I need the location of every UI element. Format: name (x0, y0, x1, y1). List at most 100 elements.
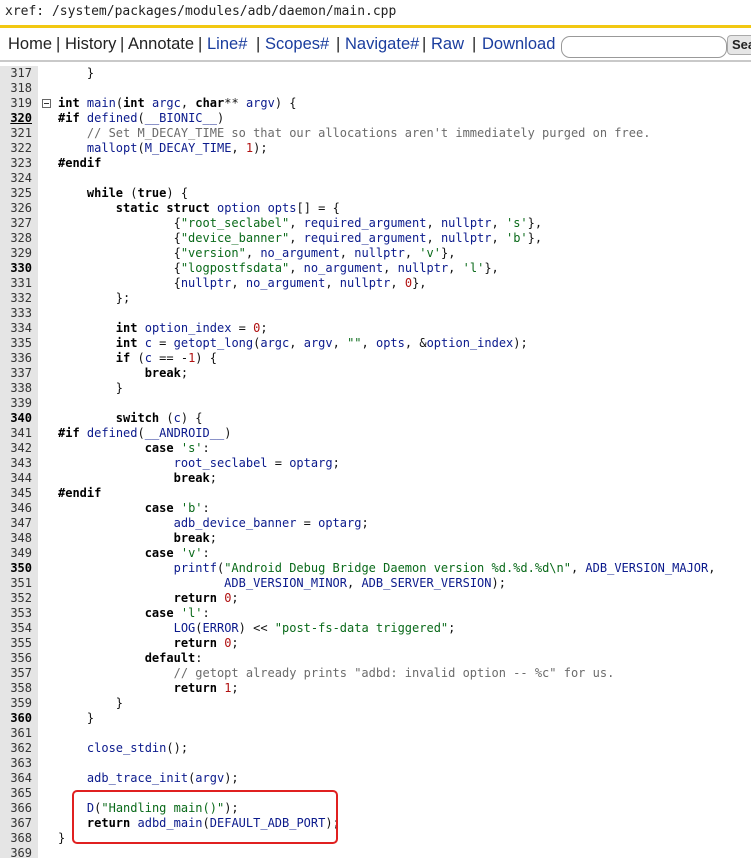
code-text: break; (144, 366, 189, 380)
line-number-link[interactable]: 355 (0, 636, 32, 651)
line-number-link[interactable]: 350 (0, 561, 32, 576)
file-path: xref: /system/packages/modules/adb/daemo… (5, 4, 397, 19)
code-line: 350 printf("Android Debug Bridge Daemon … (0, 561, 751, 576)
raw-link[interactable]: Raw (431, 35, 464, 54)
line-number-link[interactable]: 352 (0, 591, 32, 606)
line-number-link[interactable]: 319 (0, 96, 32, 111)
code-text: if (c == -1) { (115, 351, 217, 365)
line-number-link[interactable]: 362 (0, 741, 32, 756)
code-text: {nullptr, no_argument, nullptr, 0}, (58, 276, 427, 290)
download-link[interactable]: Download (482, 35, 555, 54)
code-line: 342 case 's': (0, 441, 751, 456)
line-number-link[interactable]: 329 (0, 246, 32, 261)
code-line: 326 static struct option opts[] = { (0, 201, 751, 216)
line-number-link[interactable]: 361 (0, 726, 32, 741)
line-number-link[interactable]: 348 (0, 531, 32, 546)
code-text: LOG(ERROR) << "post-fs-data triggered"; (173, 621, 456, 635)
code-line: 339 (0, 396, 751, 411)
code-line: 332 }; (0, 291, 751, 306)
line-number-link[interactable]: 333 (0, 306, 32, 321)
code-line: 353 case 'l': (0, 606, 751, 621)
line-number-link[interactable]: 356 (0, 651, 32, 666)
code-line: 344 break; (0, 471, 751, 486)
line-number-link[interactable]: 341 (0, 426, 32, 441)
line-number-link[interactable]: 340 (0, 411, 32, 426)
search-button[interactable]: Sea (727, 35, 751, 55)
code-line: 334 int option_index = 0; (0, 321, 751, 336)
line-number-link[interactable]: 317 (0, 66, 32, 81)
line-number-link[interactable]: 318 (0, 81, 32, 96)
line-number-link[interactable]: 364 (0, 771, 32, 786)
code-text: return 1; (173, 681, 239, 695)
separator: | (120, 35, 125, 53)
search-input[interactable] (561, 36, 727, 58)
line-number-link[interactable]: 324 (0, 171, 32, 186)
code-line: 317 } (0, 66, 751, 81)
code-line: 338 } (0, 381, 751, 396)
fold-toggle-icon[interactable] (42, 99, 51, 108)
line-number-link[interactable]: 321 (0, 126, 32, 141)
separator: | (198, 35, 203, 53)
line-number-link[interactable]: 342 (0, 441, 32, 456)
separator: | (472, 35, 477, 53)
annotate-link[interactable]: Annotate (128, 35, 194, 54)
line-number-link[interactable]: 357 (0, 666, 32, 681)
line-number-link[interactable]: 366 (0, 801, 32, 816)
line-number-link[interactable]: 349 (0, 546, 32, 561)
line-number-link[interactable]: 346 (0, 501, 32, 516)
line-number-link[interactable]: 337 (0, 366, 32, 381)
code-text: }; (58, 291, 131, 305)
line-number-link[interactable]: 326 (0, 201, 32, 216)
line-number-link[interactable]: 339 (0, 396, 32, 411)
line-number-link[interactable]: 365 (0, 786, 32, 801)
line-number-link[interactable]: 353 (0, 606, 32, 621)
line-number-link[interactable]: 354 (0, 621, 32, 636)
line-number-link[interactable]: 344 (0, 471, 32, 486)
code-text: int main(int argc, char** argv) { (58, 96, 297, 110)
code-line: 324 (0, 171, 751, 186)
history-link[interactable]: History (65, 35, 116, 54)
line-number-link[interactable]: 360 (0, 711, 32, 726)
code-text: return 0; (173, 591, 239, 605)
line-number-link[interactable]: 320 (0, 111, 32, 126)
navigate-toggle[interactable]: Navigate# (345, 35, 419, 54)
line-number-toggle[interactable]: Line# (207, 35, 247, 54)
line-number-link[interactable]: 359 (0, 696, 32, 711)
line-number-link[interactable]: 338 (0, 381, 32, 396)
line-number-link[interactable]: 322 (0, 141, 32, 156)
code-line: 349 case 'v': (0, 546, 751, 561)
scopes-toggle[interactable]: Scopes# (265, 35, 329, 54)
line-number-link[interactable]: 369 (0, 846, 32, 858)
line-number-link[interactable]: 328 (0, 231, 32, 246)
line-number-link[interactable]: 334 (0, 321, 32, 336)
code-text: case 'v': (144, 546, 210, 560)
line-number-link[interactable]: 331 (0, 276, 32, 291)
line-number-link[interactable]: 347 (0, 516, 32, 531)
code-line: 318 (0, 81, 751, 96)
separator: | (422, 35, 427, 53)
separator: | (336, 35, 341, 53)
code-line: 363 (0, 756, 751, 771)
line-number-link[interactable]: 323 (0, 156, 32, 171)
line-number-link[interactable]: 330 (0, 261, 32, 276)
line-number-link[interactable]: 336 (0, 351, 32, 366)
code-text: {"root_seclabel", required_argument, nul… (58, 216, 543, 230)
line-number-link[interactable]: 368 (0, 831, 32, 846)
code-text: #endif (58, 486, 102, 500)
code-text: // Set M_DECAY_TIME so that our allocati… (86, 126, 651, 140)
line-number-link[interactable]: 351 (0, 576, 32, 591)
code-line: 335 int c = getopt_long(argc, argv, "", … (0, 336, 751, 351)
line-number-link[interactable]: 358 (0, 681, 32, 696)
line-number-link[interactable]: 327 (0, 216, 32, 231)
code-text: int c = getopt_long(argc, argv, "", opts… (115, 336, 528, 350)
line-number-link[interactable]: 367 (0, 816, 32, 831)
line-number-link[interactable]: 335 (0, 336, 32, 351)
code-line: 323 #endif (0, 156, 751, 171)
line-number-link[interactable]: 332 (0, 291, 32, 306)
line-number-link[interactable]: 325 (0, 186, 32, 201)
line-number-link[interactable]: 343 (0, 456, 32, 471)
line-number-link[interactable]: 345 (0, 486, 32, 501)
line-number-link[interactable]: 363 (0, 756, 32, 771)
home-link[interactable]: Home (8, 35, 52, 54)
code-line: 347 adb_device_banner = optarg; (0, 516, 751, 531)
